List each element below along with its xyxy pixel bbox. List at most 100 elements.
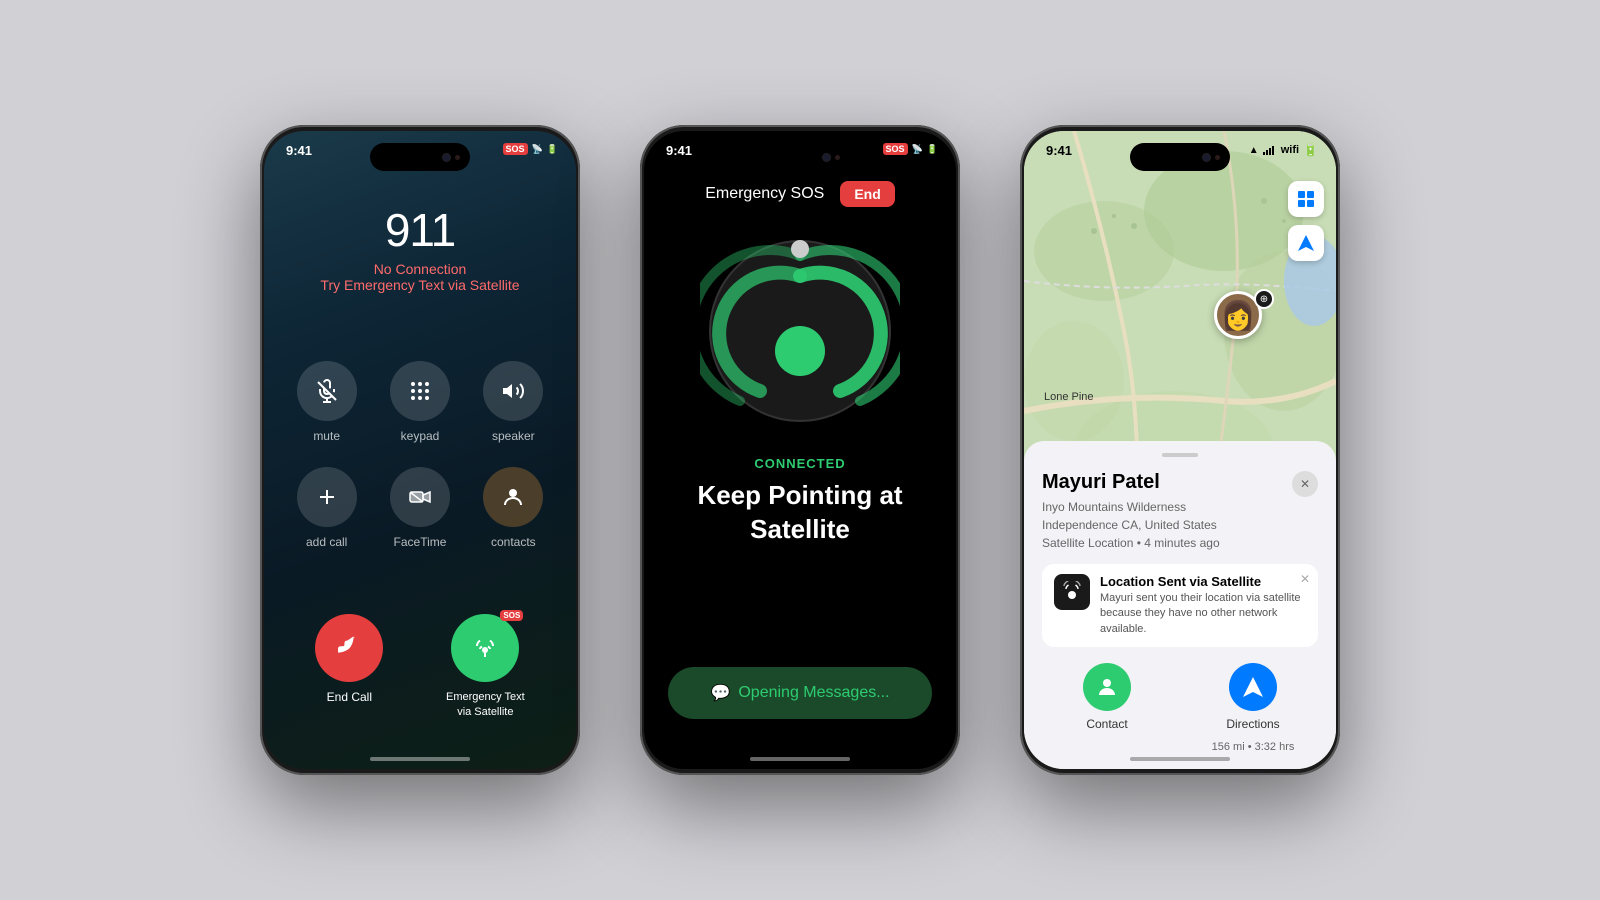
home-indicator-1 (370, 757, 470, 761)
end-call-icon (315, 614, 383, 682)
phone-2-screen: 9:41 SOS 📡 🔋 Emergency SOS End (644, 131, 956, 769)
dialed-number: 911 (264, 203, 576, 257)
status-icons-3: ▲ wifi 🔋 (1249, 143, 1318, 157)
phone-3-frame: 9:41 ▲ wifi 🔋 (1020, 125, 1340, 775)
ctrl-btn-facetime[interactable]: FaceTime (385, 467, 454, 549)
facetime-icon-circle (390, 467, 450, 527)
phone-1-frame: 9:41 SOS 📡 🔋 911 No Connection Try Emerg… (260, 125, 580, 775)
satellite-sos-title: Emergency SOS (705, 185, 824, 203)
satellite-header: Emergency SOS End (644, 181, 956, 207)
no-connection-label: No Connection (264, 261, 576, 277)
home-indicator-3 (1130, 757, 1230, 761)
dynamic-island-1 (370, 143, 470, 171)
sos-tag: SOS (500, 610, 523, 621)
phone-3-screen: 9:41 ▲ wifi 🔋 (1024, 131, 1336, 769)
distance-info: 156 mi • 3:32 hrs (1212, 741, 1295, 753)
sos-satellite-button[interactable]: SOS Emergency Textvia Satellite (446, 614, 525, 719)
status-time-2: 9:41 (666, 143, 692, 158)
person-name: Mayuri Patel (1042, 471, 1220, 494)
ctrl-btn-keypad[interactable]: keypad (385, 361, 454, 443)
ctrl-btn-mute[interactable]: mute (292, 361, 361, 443)
camera-dot-1 (442, 153, 451, 162)
contacts-icon-circle (483, 467, 543, 527)
maps-screen: 9:41 ▲ wifi 🔋 (1024, 131, 1336, 769)
phone-2-frame: 9:41 SOS 📡 🔋 Emergency SOS End (640, 125, 960, 775)
location-info-panel: Mayuri Patel Inyo Mountains Wilderness I… (1024, 441, 1336, 769)
call-controls-grid: mute keypad (264, 361, 576, 549)
end-satellite-button[interactable]: End (840, 181, 894, 207)
satellite-notification-card: Location Sent via Satellite Mayuri sent … (1042, 564, 1318, 647)
call-number-display: 911 No Connection Try Emergency Text via… (264, 203, 576, 293)
dynamic-island-3 (1130, 143, 1230, 171)
user-avatar-icon: 👩 (1221, 299, 1256, 332)
speaker-label: speaker (492, 429, 535, 443)
addcall-icon-circle (297, 467, 357, 527)
mute-icon-circle (297, 361, 357, 421)
location-arrow-icon (1296, 233, 1316, 253)
facetime-label: FaceTime (394, 535, 447, 549)
sat-arc-container (700, 231, 900, 431)
sos-badge-1: SOS (503, 143, 528, 155)
status-icons-1: SOS 📡 🔋 (503, 143, 558, 155)
keypad-label: keypad (401, 429, 440, 443)
directions-action-label: Directions (1226, 717, 1279, 731)
camera-light-3 (1215, 155, 1220, 160)
contact-action-button[interactable]: Contact (1042, 663, 1172, 753)
sos-badge-2: SOS (883, 143, 908, 155)
map-layers-icon (1296, 189, 1316, 209)
satellite-screen: 9:41 SOS 📡 🔋 Emergency SOS End (644, 131, 956, 769)
call-screen: 9:41 SOS 📡 🔋 911 No Connection Try Emerg… (264, 131, 576, 769)
wifi-icon-3: wifi (1281, 144, 1299, 156)
status-time-3: 9:41 (1046, 143, 1072, 158)
gps-icon-3: ▲ (1249, 145, 1259, 156)
user-pin-badge: ⊕ (1254, 289, 1274, 309)
phone-1-screen: 9:41 SOS 📡 🔋 911 No Connection Try Emerg… (264, 131, 576, 769)
camera-dot-3 (1202, 153, 1211, 162)
satellite-icon-2: 📡 (912, 144, 923, 155)
directions-action-button[interactable]: Directions 156 mi • 3:32 hrs (1188, 663, 1318, 753)
addcall-label: add call (306, 535, 347, 549)
panel-action-buttons: Contact Directions 156 mi • 3:32 hrs (1042, 663, 1318, 753)
connected-label: CONNECTED (644, 456, 956, 471)
keep-pointing-text: Keep Pointing atSatellite (644, 479, 956, 547)
location-details: Inyo Mountains Wilderness Independence C… (1042, 498, 1220, 552)
notification-content: Location Sent via Satellite Mayuri sent … (1100, 574, 1306, 637)
ctrl-btn-speaker[interactable]: speaker (479, 361, 548, 443)
satellite-icon-1: 📡 (532, 144, 543, 155)
panel-close-button[interactable]: ✕ (1292, 471, 1318, 497)
map-top-buttons (1288, 181, 1324, 261)
contacts-label: contacts (491, 535, 536, 549)
keypad-icon-circle (390, 361, 450, 421)
ctrl-btn-addcall[interactable]: add call (292, 467, 361, 549)
map-layers-button[interactable] (1288, 181, 1324, 217)
battery-icon-2: 🔋 (927, 144, 938, 155)
location-button[interactable] (1288, 225, 1324, 261)
dynamic-island-2 (750, 143, 850, 171)
end-call-button[interactable]: End Call (315, 614, 383, 704)
satellite-arcs-svg (700, 231, 900, 431)
battery-icon-3: 🔋 (1303, 143, 1318, 157)
notif-close-button[interactable]: ✕ (1300, 572, 1310, 586)
satellite-prompt: Try Emergency Text via Satellite (264, 277, 576, 293)
status-time-1: 9:41 (286, 143, 312, 158)
status-icons-2: SOS 📡 🔋 (883, 143, 938, 155)
contact-icon-circle (1083, 663, 1131, 711)
home-indicator-2 (750, 757, 850, 761)
camera-light-1 (455, 155, 460, 160)
panel-name-section: Mayuri Patel Inyo Mountains Wilderness I… (1042, 471, 1220, 552)
messages-icon: 💬 (710, 683, 730, 703)
end-call-label: End Call (327, 690, 372, 704)
opening-messages-label: Opening Messages... (738, 684, 889, 702)
lone-pine-label: Lone Pine (1044, 391, 1094, 403)
ctrl-btn-contacts[interactable]: contacts (479, 467, 548, 549)
panel-header: Mayuri Patel Inyo Mountains Wilderness I… (1042, 471, 1318, 552)
sos-satellite-icon: SOS (451, 614, 519, 682)
satellite-notif-icon (1054, 574, 1090, 610)
camera-dot-2 (822, 153, 831, 162)
panel-handle (1162, 453, 1198, 457)
speaker-icon-circle (483, 361, 543, 421)
sos-satellite-label: Emergency Textvia Satellite (446, 690, 525, 719)
satellite-visualization (700, 231, 900, 431)
battery-icon-1: 🔋 (547, 144, 558, 155)
opening-messages-button[interactable]: 💬 Opening Messages... (668, 667, 932, 719)
